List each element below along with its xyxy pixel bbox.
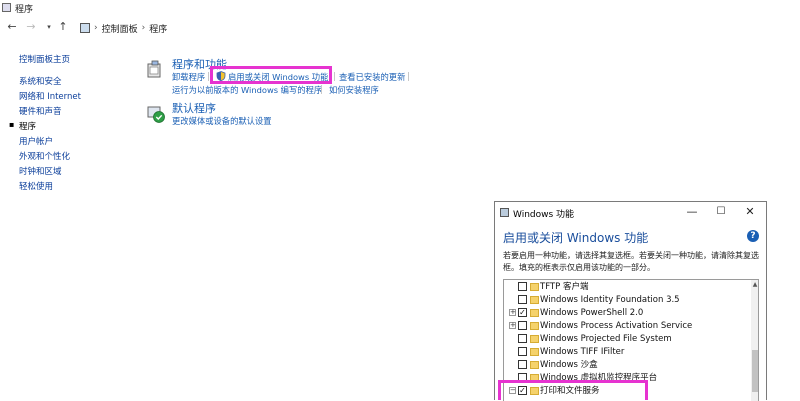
default-programs-icon [147,106,165,123]
feature-checkbox[interactable] [518,295,527,304]
link-separator [321,85,322,94]
expand-plus-icon[interactable]: + [509,322,516,329]
view-installed-updates-link[interactable]: 查看已安装的更新 [339,71,405,83]
feature-row[interactable]: + ✓ Windows PowerShell 2.0 [504,307,744,320]
feature-checkbox[interactable] [518,360,527,369]
default-programs-title[interactable]: 默认程序 [172,100,216,116]
folder-icon [530,309,539,317]
help-icon[interactable]: ? [747,230,759,242]
folder-icon [530,322,539,330]
window-title: 程序 [15,5,34,15]
nav-programs: 程序 [19,122,37,132]
dialog-description: 若要启用一种功能，请选择其复选框。若要关闭一种功能，请清除其复选框。填充的框表示… [503,251,759,272]
feature-row[interactable]: Windows 沙盒 [504,359,744,372]
folder-icon [530,361,539,369]
up-arrow-icon[interactable]: ↑ [56,20,70,34]
folder-icon [530,283,539,291]
feature-label: Windows 沙盒 [540,360,598,370]
windows-features-dialog: Windows 功能 — ☐ ✕ 启用或关闭 Windows 功能 ? 若要启用… [494,201,767,401]
feature-label: Windows PowerShell 2.0 [540,308,644,318]
change-media-defaults-link[interactable]: 更改媒体或设备的默认设置 [172,115,272,127]
breadcrumb-control-panel[interactable]: 控制面板 [102,22,138,35]
maximize-icon[interactable]: ☐ [712,204,730,220]
breadcrumb: › 控制面板 › 程序 [80,21,167,35]
feature-label: Windows Projected File System [540,334,672,344]
expand-plus-icon[interactable]: + [509,309,516,316]
vertical-scrollbar[interactable]: ▲ [751,280,758,401]
current-item-bullet-icon: ▪ [9,120,15,129]
feature-label: Windows TIFF IFilter [540,347,625,357]
link-separator [208,72,209,81]
feature-row[interactable]: Windows TIFF IFilter [504,346,744,359]
scrollbar-thumb[interactable] [752,350,758,392]
close-icon[interactable]: ✕ [741,204,759,220]
scroll-up-arrow-icon[interactable]: ▲ [751,281,758,289]
feature-checkbox[interactable] [518,334,527,343]
folder-icon [530,335,539,343]
breadcrumb-programs[interactable]: 程序 [149,22,167,35]
left-nav: 控制面板主页 系统和安全 网络和 Internet 硬件和声音 程序 用户帐户 … [19,53,119,195]
run-older-programs-link[interactable]: 运行为以前版本的 Windows 编写的程序 [172,84,322,96]
nav-hardware-sound[interactable]: 硬件和声音 [19,105,119,120]
recent-chevron-down-icon[interactable]: ▾ [42,20,56,34]
nav-ease-of-access[interactable]: 轻松使用 [19,180,119,195]
feature-label: Windows Process Activation Service [540,321,693,331]
feature-checkbox[interactable] [518,282,527,291]
control-panel-small-icon [80,23,90,33]
windows-features-icon [500,208,509,217]
forward-arrow-icon[interactable]: → [24,20,38,34]
feature-checkbox[interactable] [518,321,527,330]
programs-features-icon [147,60,161,78]
turn-windows-features-link[interactable]: 启用或关闭 Windows 功能 [228,71,328,83]
chevron-right-icon[interactable]: › [94,23,98,33]
feature-checkbox[interactable] [518,347,527,356]
link-separator [408,72,409,81]
nav-system-security[interactable]: 系统和安全 [19,75,119,90]
nav-appearance[interactable]: 外观和个性化 [19,150,119,165]
chevron-right-icon[interactable]: › [142,23,146,33]
link-separator [334,72,335,81]
control-panel-icon [2,3,11,12]
feature-label: TFTP 客户端 [540,282,589,292]
minimize-icon[interactable]: — [683,204,701,220]
feature-row[interactable]: Windows Identity Foundation 3.5 [504,294,744,307]
uninstall-program-link[interactable]: 卸载程序 [172,71,205,83]
dialog-title: Windows 功能 [513,210,575,220]
folder-icon [530,348,539,356]
how-to-install-link[interactable]: 如何安装程序 [329,84,379,96]
nav-network-internet[interactable]: 网络和 Internet [19,90,119,105]
feature-row[interactable]: + Windows Process Activation Service [504,320,744,333]
back-arrow-icon[interactable]: ← [5,20,19,34]
highlight-box [498,380,648,400]
address-bar: ← → ▾ ↑ › 控制面板 › 程序 [0,18,800,38]
feature-label: Windows Identity Foundation 3.5 [540,295,680,305]
title-bar: 程序 [0,0,800,16]
nav-control-panel-home[interactable]: 控制面板主页 [19,53,119,68]
nav-clock-region[interactable]: 时钟和区域 [19,165,119,180]
folder-icon [530,296,539,304]
feature-row[interactable]: TFTP 客户端 [504,281,744,294]
nav-user-accounts[interactable]: 用户帐户 [19,135,119,150]
feature-checkbox[interactable]: ✓ [518,308,527,317]
uac-shield-icon [216,71,226,81]
feature-row[interactable]: Windows Projected File System [504,333,744,346]
dialog-heading: 启用或关闭 Windows 功能 [503,231,649,245]
